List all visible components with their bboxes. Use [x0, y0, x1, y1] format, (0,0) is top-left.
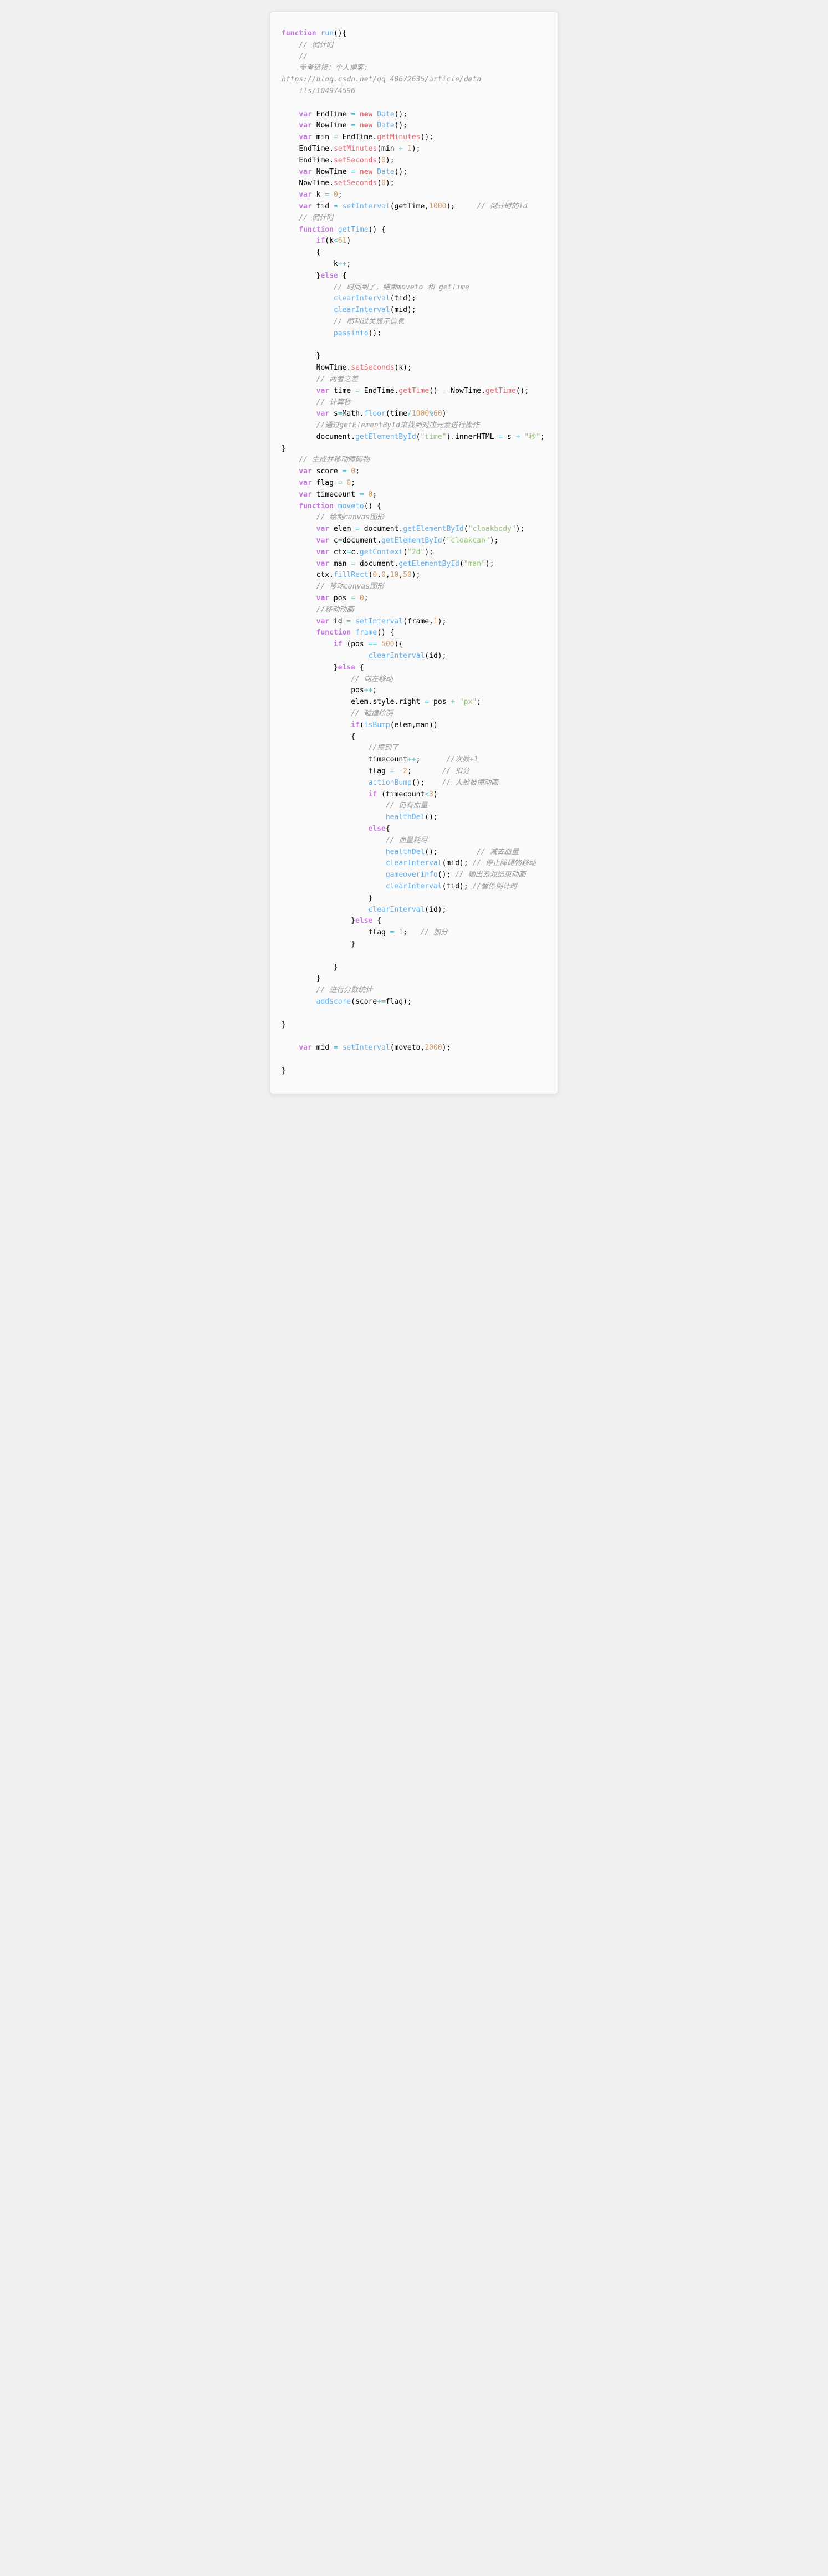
code-block: function run(){ // 倒计时 // 参考链接：个人博客: htt…: [282, 28, 546, 1077]
code-editor: function run(){ // 倒计时 // 参考链接：个人博客: htt…: [270, 11, 558, 1095]
